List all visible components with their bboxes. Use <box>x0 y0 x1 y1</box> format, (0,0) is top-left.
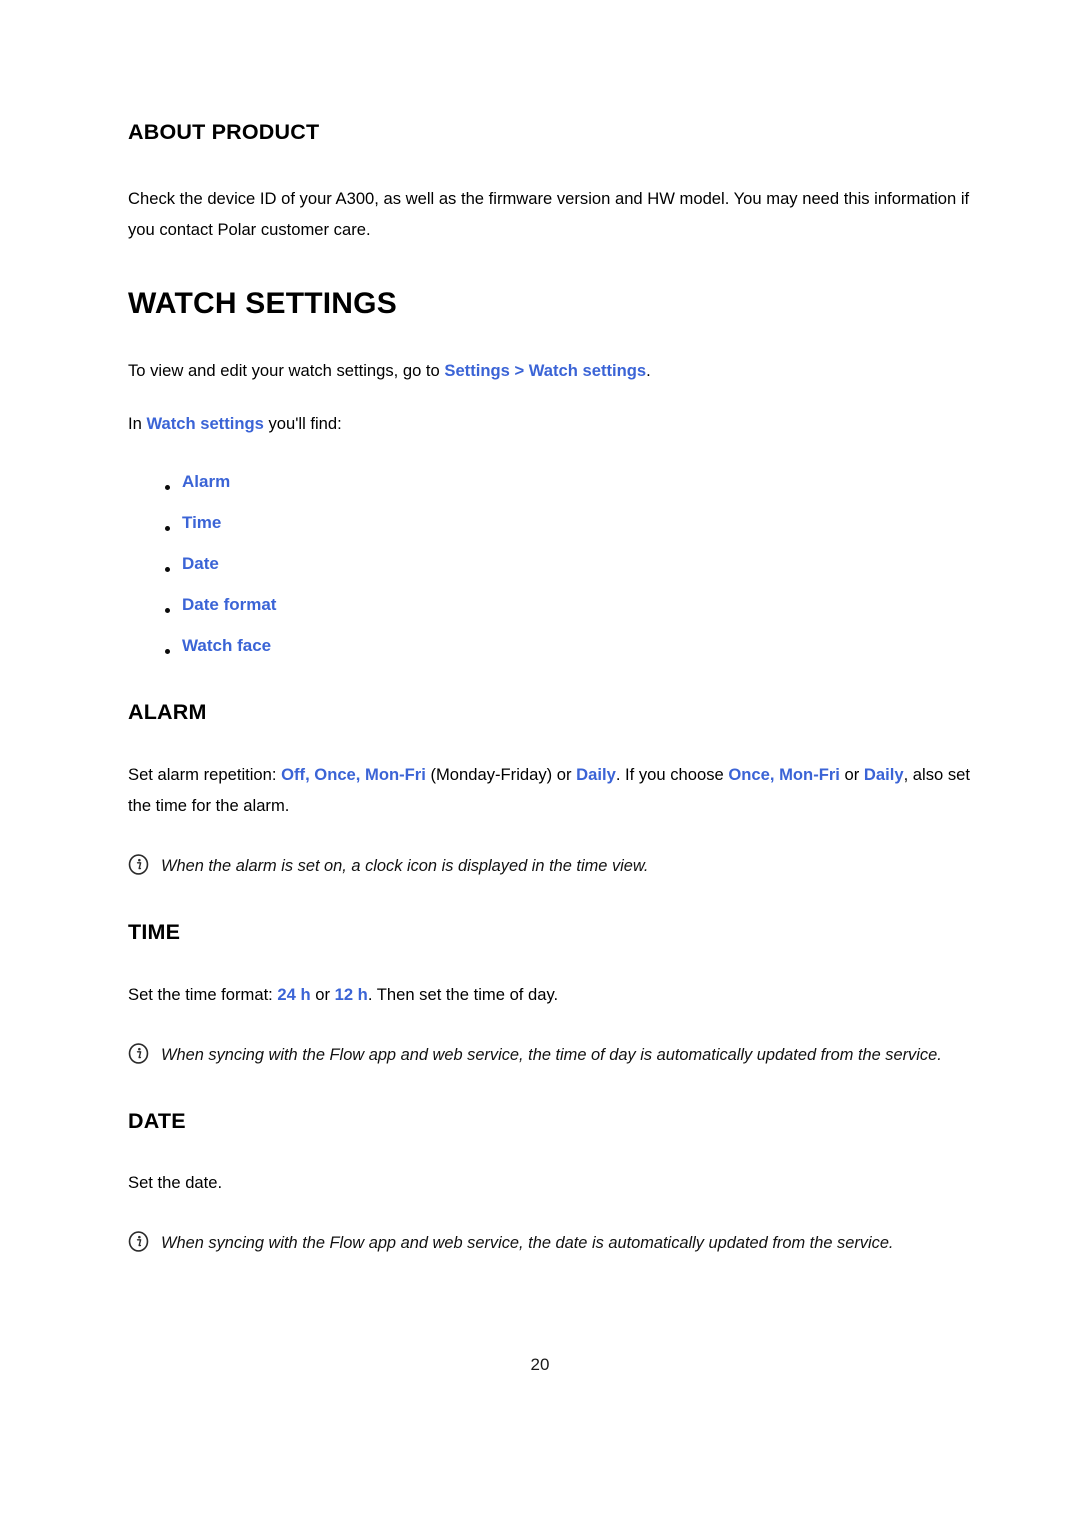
list-item[interactable]: Time <box>128 502 980 543</box>
info-circle-icon <box>128 1042 149 1064</box>
link-off-once-monfri[interactable]: Off, Once, Mon-Fri <box>281 765 426 784</box>
list-item[interactable]: Date format <box>128 584 980 625</box>
alarm-paragraph: Set alarm repetition: Off, Once, Mon-Fri… <box>128 759 980 821</box>
intro-prefix: To view and edit your watch settings, go… <box>128 361 445 381</box>
list-item[interactable]: Watch face <box>128 625 980 666</box>
time-note: When syncing with the Flow app and web s… <box>128 1040 980 1071</box>
alarm-text-3: . If you choose <box>615 764 729 784</box>
page-number: 20 <box>530 1355 550 1374</box>
info-circle-icon <box>128 854 149 875</box>
find-prefix: In <box>128 414 147 434</box>
link-daily-2[interactable]: Daily <box>864 765 904 784</box>
watch-settings-find-line: In Watch settings you'll find: <box>128 408 980 439</box>
heading-date: DATE <box>128 1108 186 1133</box>
alarm-text-2: (Monday-Friday) or <box>425 764 577 784</box>
document-page: ABOUT PRODUCT Check the device ID of you… <box>0 0 1080 1527</box>
alarm-note: When the alarm is set on, a clock icon i… <box>128 851 980 882</box>
heading-watch-settings: WATCH SETTINGS <box>128 286 397 320</box>
bullet-icon <box>165 567 170 573</box>
link-watch-settings[interactable]: Watch settings <box>146 414 263 433</box>
find-suffix: you'll find: <box>263 414 342 434</box>
bullet-icon <box>165 485 170 491</box>
about-product-paragraph: Check the device ID of your A300, as wel… <box>128 188 970 239</box>
time-text-1: Set the time format: <box>128 984 278 1004</box>
link-12h[interactable]: 12 h <box>335 985 368 1004</box>
link-alarm[interactable]: Alarm <box>182 472 230 491</box>
time-text-2: or <box>310 984 335 1004</box>
page-content: ABOUT PRODUCT Check the device ID of you… <box>128 120 980 1259</box>
link-date-format[interactable]: Date format <box>182 595 276 614</box>
link-daily-1[interactable]: Daily <box>576 765 616 784</box>
intro-suffix: . <box>646 361 651 381</box>
link-24h[interactable]: 24 h <box>277 985 310 1004</box>
heading-about-product: ABOUT PRODUCT <box>128 120 320 144</box>
bullet-icon <box>165 608 170 614</box>
alarm-note-text: When the alarm is set on, a clock icon i… <box>161 856 649 875</box>
link-watch-face[interactable]: Watch face <box>182 636 271 655</box>
watch-settings-intro: To view and edit your watch settings, go… <box>128 355 980 386</box>
alarm-text-4: or <box>839 764 864 784</box>
link-once-monfri[interactable]: Once, Mon-Fri <box>728 765 840 784</box>
bullet-icon <box>165 649 170 655</box>
date-paragraph: Set the date. <box>128 1173 223 1193</box>
list-item[interactable]: Alarm <box>128 461 980 502</box>
alarm-text-1: Set alarm repetition: <box>128 764 282 784</box>
bullet-icon <box>165 526 170 532</box>
time-text-3: . Then set the time of day. <box>367 984 559 1004</box>
watch-settings-list: Alarm Time Date Date format Watch face <box>128 461 980 666</box>
heading-alarm: ALARM <box>128 700 207 725</box>
date-note: When syncing with the Flow app and web s… <box>128 1228 980 1259</box>
time-note-text: When syncing with the Flow app and web s… <box>161 1045 942 1064</box>
link-settings-watch-settings[interactable]: Settings > Watch settings <box>444 361 646 380</box>
info-circle-icon <box>128 1231 149 1253</box>
link-date[interactable]: Date <box>182 554 219 573</box>
time-paragraph: Set the time format: 24 h or 12 h. Then … <box>128 979 980 1010</box>
list-item[interactable]: Date <box>128 543 980 584</box>
link-time[interactable]: Time <box>182 513 221 532</box>
heading-time: TIME <box>128 919 181 944</box>
date-note-text: When syncing with the Flow app and web s… <box>161 1234 894 1253</box>
